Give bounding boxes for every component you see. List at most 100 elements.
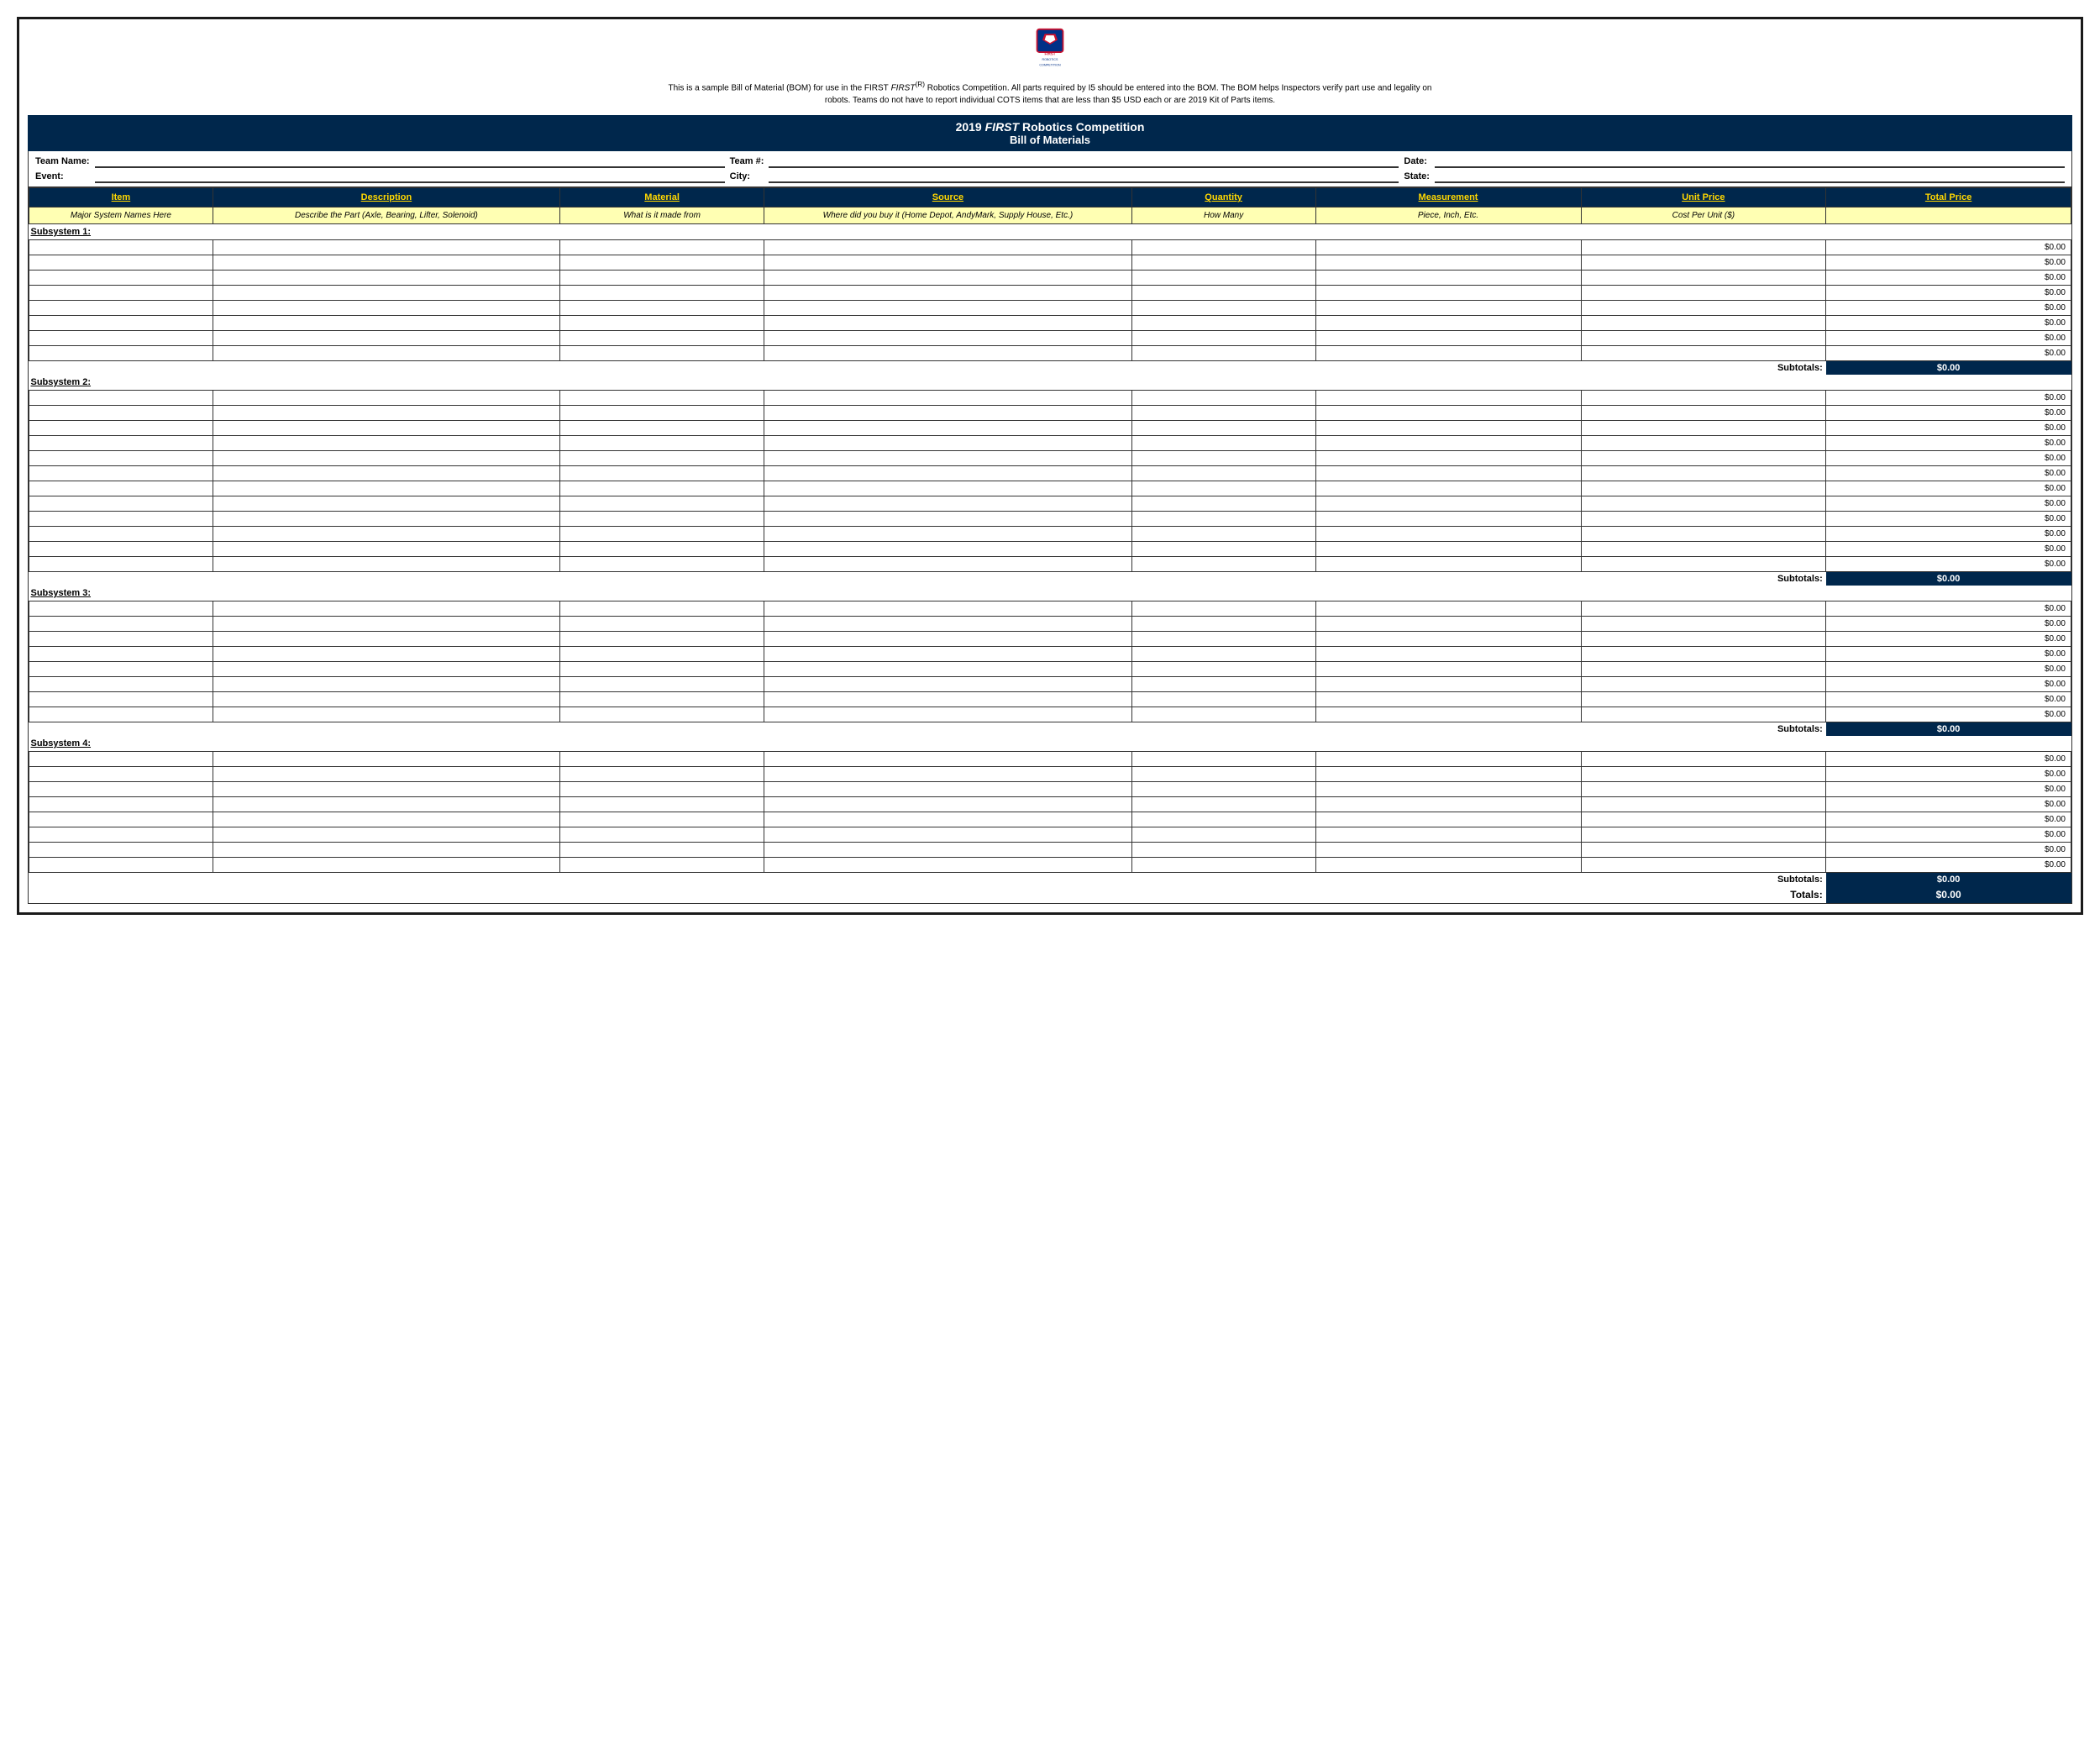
example-material: What is it made from <box>560 207 764 224</box>
table-row: $0.00 <box>29 451 2071 466</box>
svg-text:FIRST: FIRST <box>1044 52 1055 56</box>
table-row: $0.00 <box>29 406 2071 421</box>
totals-label: Totals: <box>1581 886 1826 903</box>
subtotals-label-2: Subtotals: <box>1581 572 1826 586</box>
team-num-label: Team #: <box>730 156 764 166</box>
example-source: Where did you buy it (Home Depot, AndyMa… <box>764 207 1132 224</box>
bom-table-container: Item Description Material Source Quantit… <box>28 187 2072 904</box>
table-row: $0.00 <box>29 331 2071 346</box>
bom-table: Item Description Material Source Quantit… <box>29 187 2071 903</box>
example-measurement: Piece, Inch, Etc. <box>1315 207 1581 224</box>
date-input[interactable] <box>1435 155 2065 168</box>
event-input[interactable] <box>95 170 725 183</box>
table-row: $0.00 <box>29 662 2071 677</box>
subsystem-1-subtotal: Subtotals: $0.00 <box>29 361 2071 376</box>
subtotals-label-3: Subtotals: <box>1581 722 1826 737</box>
table-row: $0.00 <box>29 271 2071 286</box>
table-header-row: Item Description Material Source Quantit… <box>29 188 2071 207</box>
table-row: $0.00 <box>29 767 2071 782</box>
svg-text:COMPETITION: COMPETITION <box>1039 63 1061 66</box>
table-row: $0.00 <box>29 617 2071 632</box>
state-label: State: <box>1404 171 1430 181</box>
example-total-price <box>1826 207 2071 224</box>
subsystem-3-label: Subsystem 3: <box>29 586 2071 601</box>
table-row: $0.00 <box>29 812 2071 827</box>
table-row: $0.00 <box>29 542 2071 557</box>
team-name-label: Team Name: <box>35 156 90 166</box>
col-description: Description <box>213 188 559 207</box>
example-item: Major System Names Here <box>29 207 213 224</box>
subtotals-label-1: Subtotals: <box>1581 361 1826 376</box>
table-row: $0.00 <box>29 647 2071 662</box>
col-quantity: Quantity <box>1131 188 1315 207</box>
table-row: $0.00 <box>29 436 2071 451</box>
date-label: Date: <box>1404 156 1430 166</box>
table-row: $0.00 <box>29 782 2071 797</box>
city-input[interactable] <box>769 170 1399 183</box>
table-row: $0.00 <box>29 346 2071 361</box>
subsystem-2-header: Subsystem 2: <box>29 375 2071 391</box>
logo-area: FIRST ROBOTICS COMPETITION <box>28 28 2072 72</box>
subsystem-4-header: Subsystem 4: <box>29 736 2071 752</box>
example-quantity: How Many <box>1131 207 1315 224</box>
form-fields: Team Name: Team #: Date: Event: City: St… <box>28 151 2072 187</box>
col-unit-price: Unit Price <box>1581 188 1826 207</box>
table-row: $0.00 <box>29 286 2071 301</box>
table-row: $0.00 <box>29 843 2071 858</box>
totals-value: $0.00 <box>1826 886 2071 903</box>
svg-text:ROBOTICS: ROBOTICS <box>1042 58 1059 61</box>
team-num-input[interactable] <box>769 155 1399 168</box>
example-description: Describe the Part (Axle, Bearing, Lifter… <box>213 207 559 224</box>
table-row: $0.00 <box>29 481 2071 496</box>
table-row: $0.00 <box>29 466 2071 481</box>
table-row: $0.00 <box>29 240 2071 255</box>
table-row: $0.00 <box>29 255 2071 271</box>
table-row: $0.00 <box>29 707 2071 722</box>
subsystem-4-subtotal: Subtotals: $0.00 <box>29 873 2071 887</box>
subsystem-4-label: Subsystem 4: <box>29 736 2071 752</box>
table-row: $0.00 <box>29 601 2071 617</box>
col-total-price: Total Price <box>1826 188 2071 207</box>
table-row: $0.00 <box>29 692 2071 707</box>
col-source: Source <box>764 188 1132 207</box>
table-row: $0.00 <box>29 421 2071 436</box>
title-block: 2019 FIRST Robotics Competition Bill of … <box>28 115 2072 151</box>
col-material: Material <box>560 188 764 207</box>
subsystem-2-label: Subsystem 2: <box>29 375 2071 391</box>
subtotals-value-4: $0.00 <box>1826 873 2071 887</box>
subsystem-1-header: Subsystem 1: <box>29 224 2071 240</box>
table-row: $0.00 <box>29 827 2071 843</box>
subsystem-2-subtotal: Subtotals: $0.00 <box>29 572 2071 586</box>
col-measurement: Measurement <box>1315 188 1581 207</box>
table-row: $0.00 <box>29 527 2071 542</box>
subtotals-value-2: $0.00 <box>1826 572 2071 586</box>
subsystem-3-header: Subsystem 3: <box>29 586 2071 601</box>
example-unit-price: Cost Per Unit ($) <box>1581 207 1826 224</box>
table-row: $0.00 <box>29 557 2071 572</box>
totals-row: Totals: $0.00 <box>29 886 2071 903</box>
table-row: $0.00 <box>29 797 2071 812</box>
main-title: 2019 FIRST Robotics Competition <box>28 120 2072 134</box>
table-row: $0.00 <box>29 391 2071 406</box>
col-item: Item <box>29 188 213 207</box>
state-input[interactable] <box>1435 170 2065 183</box>
city-label: City: <box>730 171 764 181</box>
subsystem-1-label: Subsystem 1: <box>29 224 2071 240</box>
team-name-input[interactable] <box>95 155 725 168</box>
subtotals-label-4: Subtotals: <box>1581 873 1826 887</box>
subtotals-value-1: $0.00 <box>1826 361 2071 376</box>
first-logo: FIRST ROBOTICS COMPETITION <box>1021 28 1079 70</box>
event-label: Event: <box>35 171 90 181</box>
table-row: $0.00 <box>29 301 2071 316</box>
subtotals-value-3: $0.00 <box>1826 722 2071 737</box>
table-row: $0.00 <box>29 632 2071 647</box>
table-row: $0.00 <box>29 512 2071 527</box>
table-row: $0.00 <box>29 858 2071 873</box>
table-row: $0.00 <box>29 316 2071 331</box>
intro-text: This is a sample Bill of Material (BOM) … <box>28 79 2072 107</box>
sub-title: Bill of Materials <box>28 134 2072 146</box>
document-container: FIRST ROBOTICS COMPETITION This is a sam… <box>17 17 2083 915</box>
subsystem-3-subtotal: Subtotals: $0.00 <box>29 722 2071 737</box>
table-row: $0.00 <box>29 752 2071 767</box>
example-row: Major System Names Here Describe the Par… <box>29 207 2071 224</box>
